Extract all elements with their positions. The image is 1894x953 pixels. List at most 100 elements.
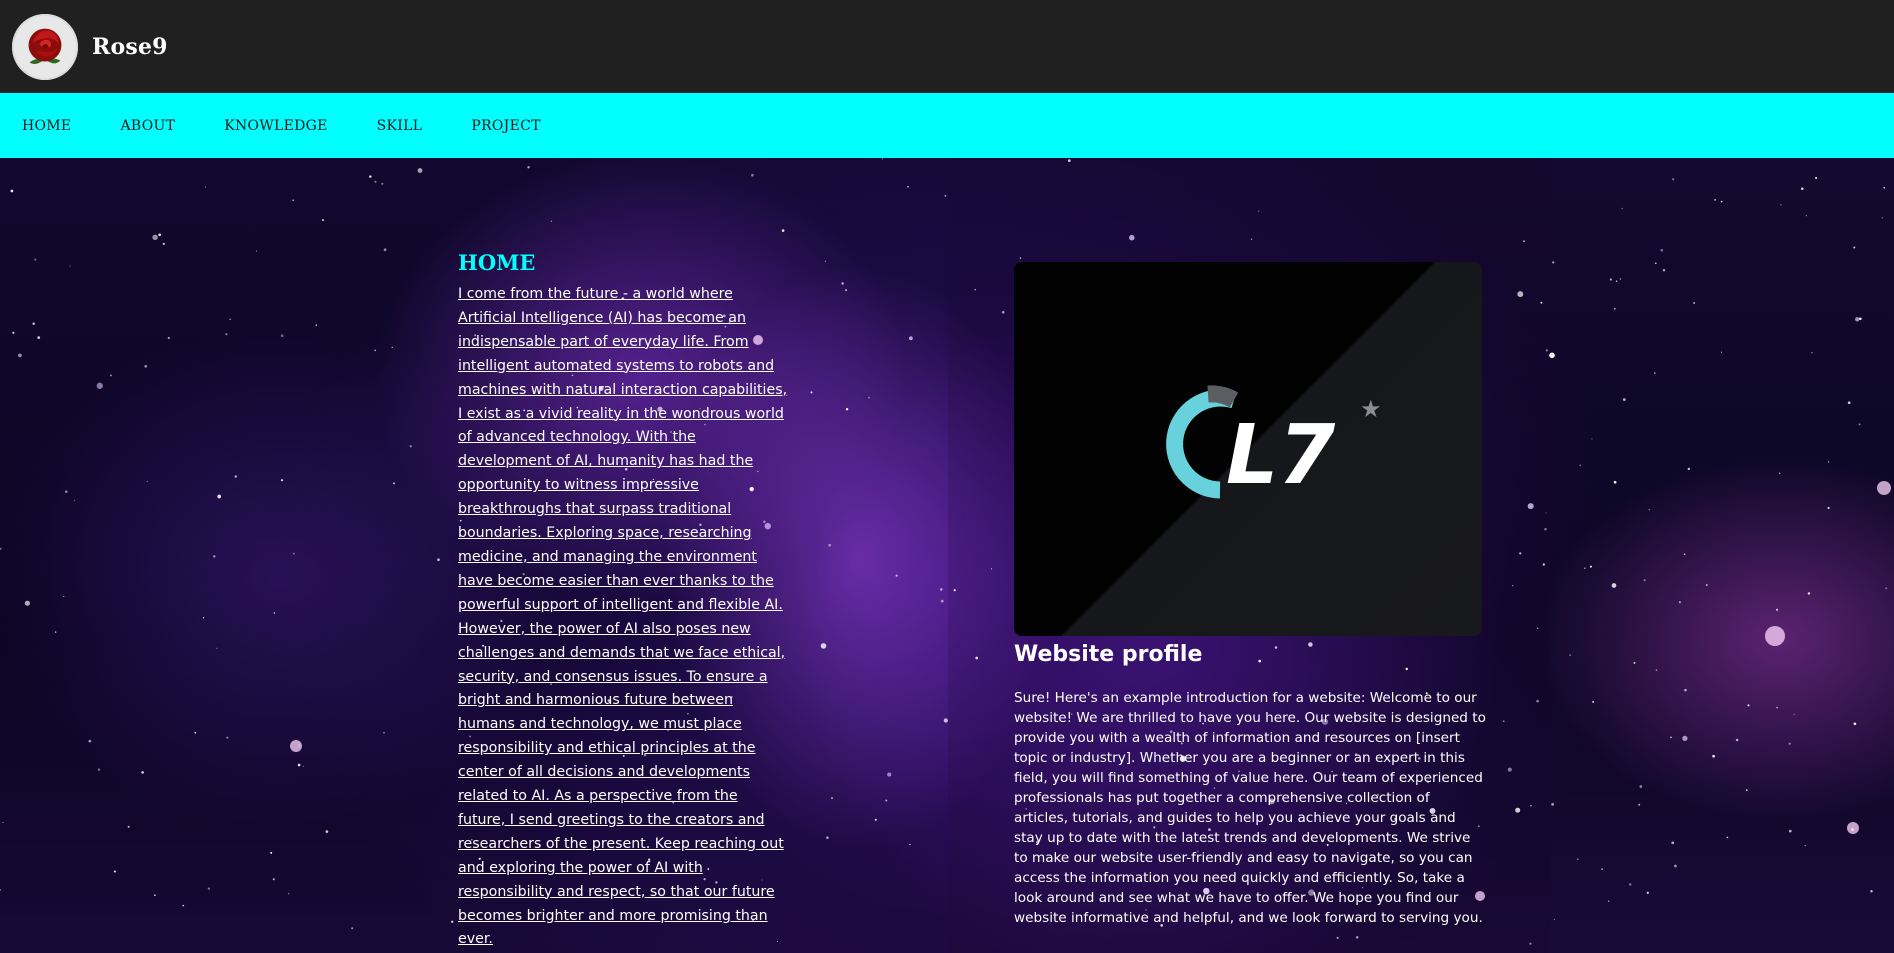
nav-item-knowledge[interactable]: KNOWLEDGE [224, 118, 327, 134]
star [1583, 567, 1586, 570]
star [885, 799, 888, 802]
star [1530, 804, 1532, 807]
rose-icon[interactable] [12, 13, 78, 80]
star [1628, 883, 1632, 886]
star [96, 382, 103, 389]
home-intro-text[interactable]: I come from the future - a world where A… [458, 283, 788, 952]
star [325, 830, 329, 833]
star [1671, 841, 1675, 845]
nav-item-about[interactable]: ABOUT [120, 118, 175, 134]
star [205, 186, 207, 188]
star [1250, 238, 1253, 240]
star [940, 588, 943, 591]
star [63, 595, 65, 598]
brand-name: Rose9 [92, 33, 168, 60]
star [1515, 807, 1521, 813]
star [12, 331, 15, 334]
star [1591, 438, 1593, 440]
star [1678, 601, 1681, 604]
star [297, 763, 301, 767]
star [1619, 278, 1622, 280]
star [820, 643, 827, 649]
star [781, 229, 785, 232]
star [907, 185, 909, 188]
bright-star [290, 740, 302, 752]
star [1622, 398, 1626, 401]
star [0, 889, 1, 891]
star [1780, 204, 1782, 206]
star [1788, 742, 1791, 745]
star [1621, 207, 1623, 210]
star [141, 771, 144, 774]
star [1019, 257, 1022, 259]
star [953, 589, 956, 592]
star [1653, 372, 1656, 374]
star [1609, 278, 1613, 281]
star [213, 555, 216, 558]
star [550, 220, 553, 222]
star [887, 772, 892, 777]
star [828, 543, 832, 547]
nav-item-skill[interactable]: SKILL [377, 118, 423, 134]
nav-item-project[interactable]: PROJECT [471, 118, 540, 134]
star [1355, 936, 1359, 939]
star [273, 612, 276, 614]
star [88, 739, 92, 743]
star [302, 765, 305, 767]
star [1726, 836, 1729, 839]
star [1067, 159, 1071, 162]
star [351, 927, 354, 930]
star [321, 219, 325, 222]
star [451, 920, 454, 923]
star [1258, 659, 1261, 663]
main-nav: HOME ABOUT KNOWLEDGE SKILL PROJECT [0, 93, 1894, 158]
star [1308, 642, 1313, 647]
star [1801, 187, 1804, 190]
star [1129, 234, 1135, 241]
star [810, 391, 813, 394]
star [127, 825, 130, 828]
star [216, 647, 218, 649]
star [24, 600, 31, 606]
star [1545, 512, 1547, 514]
star [1537, 627, 1539, 629]
star [1542, 563, 1545, 566]
star [1592, 700, 1595, 703]
star [1776, 706, 1778, 709]
star [1789, 829, 1792, 833]
star [1579, 464, 1582, 467]
star [1747, 704, 1750, 707]
home-title: HOME [458, 250, 536, 275]
star [1672, 178, 1675, 181]
star [1847, 401, 1851, 405]
star [1853, 722, 1857, 726]
star [1517, 291, 1524, 298]
star [975, 656, 979, 660]
star [1601, 868, 1603, 870]
star [874, 818, 877, 821]
star-icon: ★ [1360, 395, 1382, 423]
star [1405, 667, 1408, 671]
star [194, 731, 197, 734]
hero-section: HOME I come from the future - a world wh… [0, 158, 1894, 953]
nav-item-home[interactable]: HOME [22, 118, 71, 134]
star [1633, 661, 1636, 664]
star [1615, 280, 1618, 282]
star [1674, 864, 1677, 868]
star [1638, 803, 1641, 806]
star [272, 878, 275, 881]
star [974, 288, 976, 291]
star [229, 318, 231, 320]
star [270, 851, 273, 854]
star [1775, 608, 1779, 611]
star [391, 346, 393, 348]
star [1720, 200, 1723, 203]
star [1646, 891, 1649, 894]
star [280, 479, 284, 482]
star [144, 365, 147, 368]
star [826, 836, 829, 839]
star [1883, 187, 1885, 189]
star [1589, 565, 1592, 568]
star [909, 336, 913, 341]
star [1684, 688, 1687, 692]
